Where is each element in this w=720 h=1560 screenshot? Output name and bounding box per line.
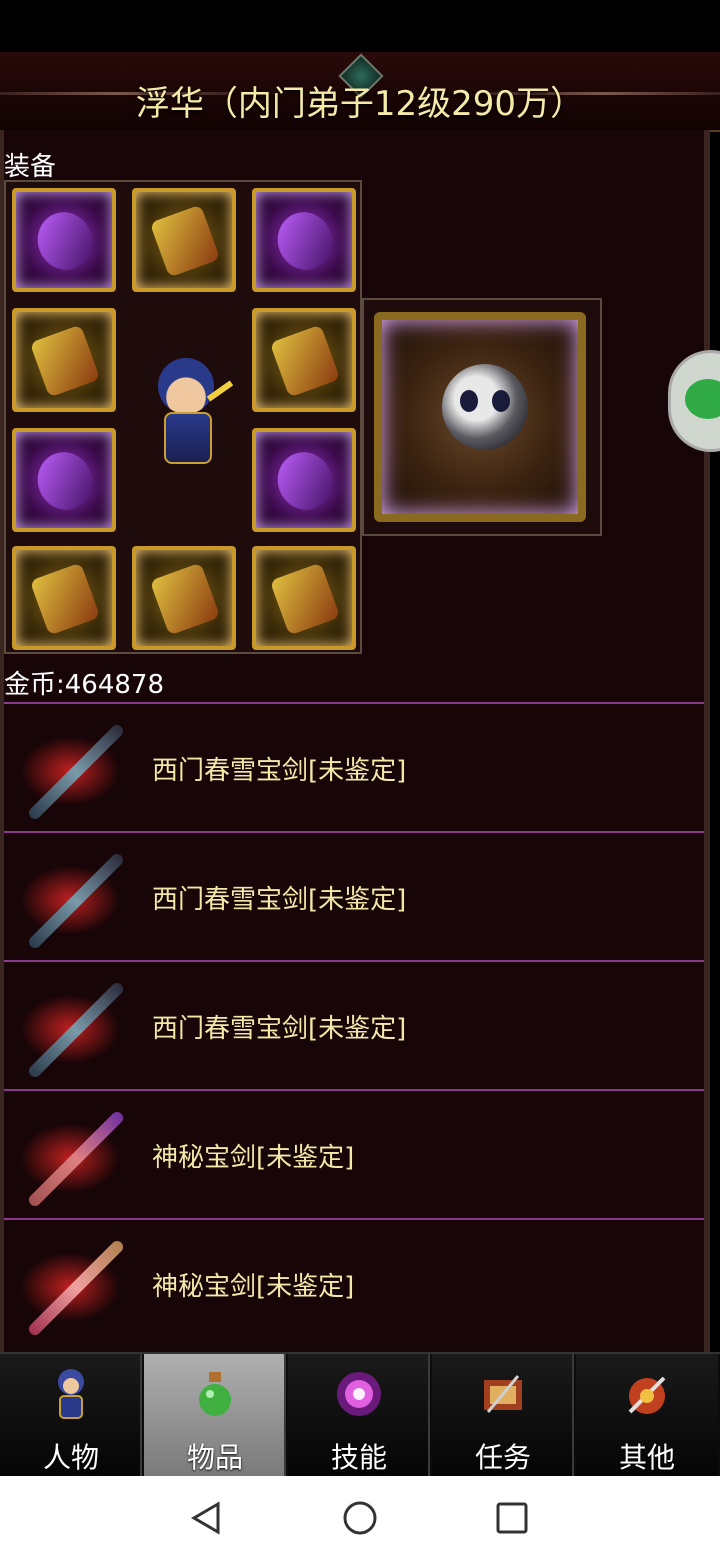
ring-icon <box>269 562 341 636</box>
wings-armor-icon <box>149 204 221 278</box>
pet-eye-right <box>492 390 510 412</box>
helmet-icon <box>29 204 101 278</box>
pet-frame <box>374 312 586 522</box>
boots-icon <box>29 562 101 636</box>
equip-slot-gauntlet-left[interactable] <box>12 428 116 532</box>
chat-icon <box>685 379 720 419</box>
inventory-panel: 装备 金币:464878 西门春雪宝剑[未鉴定] 西门春雪宝剑[未鉴定] 西门春… <box>0 130 710 1352</box>
equip-slot-ring[interactable] <box>252 546 356 650</box>
sword-icon <box>269 324 341 398</box>
panda-pet-icon <box>442 364 528 450</box>
potion-icon <box>199 1372 231 1416</box>
tab-character[interactable]: 人物 <box>0 1354 142 1476</box>
equipment-section-label: 装备 <box>4 152 57 182</box>
equip-slot-weapon-right[interactable] <box>252 308 356 412</box>
violet-sword-icon <box>10 1103 130 1209</box>
bottom-nav: 人物 物品 技能 任务 其他 <box>0 1352 720 1481</box>
character-title: 浮华（内门弟子12级290万） <box>135 84 585 124</box>
tab-items-label: 物品 <box>186 1441 243 1474</box>
list-item[interactable]: 西门春雪宝剑[未鉴定] <box>4 831 704 960</box>
list-item[interactable]: 神秘宝剑[未鉴定] <box>4 1089 704 1218</box>
back-icon[interactable] <box>184 1496 228 1540</box>
quest-icon <box>484 1375 522 1413</box>
tab-items[interactable]: 物品 <box>144 1354 286 1476</box>
home-icon[interactable] <box>338 1496 382 1540</box>
item-name: 神秘宝剑[未鉴定] <box>152 1272 355 1302</box>
avatar-head <box>158 358 214 414</box>
dark-sword-icon <box>10 716 130 822</box>
sword-icon <box>29 324 101 398</box>
tab-other-label: 其他 <box>618 1441 675 1474</box>
equip-slot-necklace[interactable] <box>252 188 356 292</box>
item-name: 西门春雪宝剑[未鉴定] <box>152 1014 407 1044</box>
equip-slot-boots[interactable] <box>12 546 116 650</box>
item-name: 西门春雪宝剑[未鉴定] <box>152 756 407 786</box>
status-bar <box>0 0 720 52</box>
tab-skills[interactable]: 技能 <box>288 1354 430 1476</box>
tab-character-label: 人物 <box>42 1441 99 1474</box>
gold-amount: 金币:464878 <box>4 670 165 700</box>
pet-eye-left <box>460 390 478 412</box>
character-icon <box>58 1369 84 1419</box>
gauntlet-icon <box>269 444 341 518</box>
belt-icon <box>149 562 221 636</box>
rose-sword-icon <box>10 1232 130 1338</box>
necklace-icon <box>269 204 341 278</box>
tab-skills-label: 技能 <box>330 1441 387 1474</box>
tab-quests[interactable]: 任务 <box>432 1354 574 1476</box>
list-item[interactable]: 西门春雪宝剑[未鉴定] <box>4 960 704 1089</box>
tab-other[interactable]: 其他 <box>576 1354 718 1476</box>
pet-panel[interactable] <box>362 298 602 536</box>
equip-slot-helmet[interactable] <box>12 188 116 292</box>
list-item[interactable]: 西门春雪宝剑[未鉴定] <box>4 702 704 831</box>
equip-slot-weapon-left[interactable] <box>12 308 116 412</box>
system-nav-bar <box>0 1476 720 1560</box>
gauntlet-icon <box>29 444 101 518</box>
dark-sword-icon <box>10 974 130 1080</box>
list-item[interactable]: 神秘宝剑[未鉴定] <box>4 1218 704 1347</box>
character-avatar <box>146 358 234 478</box>
recents-icon[interactable] <box>490 1496 534 1540</box>
equip-slot-armor[interactable] <box>132 188 236 292</box>
item-list: 西门春雪宝剑[未鉴定] 西门春雪宝剑[未鉴定] 西门春雪宝剑[未鉴定] 神秘宝剑… <box>4 702 704 1347</box>
equip-slot-belt[interactable] <box>132 546 236 650</box>
item-name: 神秘宝剑[未鉴定] <box>152 1143 355 1173</box>
title-bar: 浮华（内门弟子12级290万） <box>0 52 720 132</box>
equipment-grid <box>4 180 362 654</box>
item-name: 西门春雪宝剑[未鉴定] <box>152 885 407 915</box>
equip-slot-gauntlet-right[interactable] <box>252 428 356 532</box>
tab-quests-label: 任务 <box>474 1441 531 1474</box>
avatar-body <box>164 412 212 464</box>
dark-sword-icon <box>10 845 130 951</box>
other-icon <box>628 1376 666 1414</box>
skill-orb-icon <box>337 1372 381 1416</box>
